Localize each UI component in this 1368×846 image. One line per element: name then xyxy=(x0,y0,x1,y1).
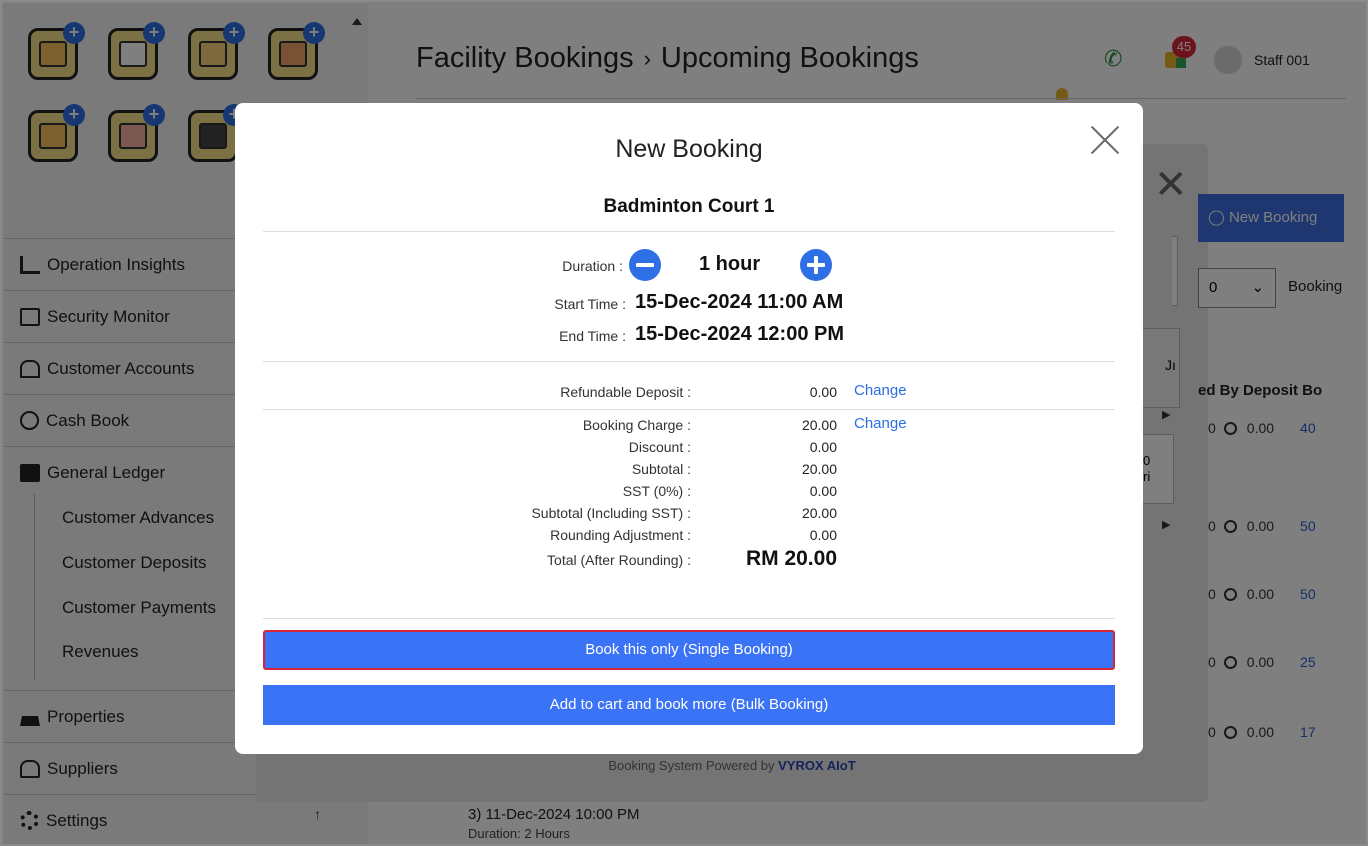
start-time-value: 15-Dec-2024 11:00 AM xyxy=(635,291,844,313)
divider xyxy=(263,618,1115,619)
rounding-value: 0.00 xyxy=(809,527,837,543)
deposit-label: Refundable Deposit : xyxy=(560,384,691,400)
minus-icon xyxy=(636,263,654,267)
close-icon[interactable] xyxy=(1087,123,1123,159)
end-time-value: 15-Dec-2024 12:00 PM xyxy=(635,323,845,345)
subtotal-incl-sst-value: 20.00 xyxy=(801,505,837,521)
app-window: + + + + + + + Operation Insights Securit… xyxy=(0,0,1368,846)
booking-charge-label: Booking Charge : xyxy=(582,417,691,433)
modal-title: New Booking xyxy=(615,135,763,163)
subtotal-label: Subtotal : xyxy=(631,461,691,477)
deposit-value: 0.00 xyxy=(809,384,837,400)
total-value: RM 20.00 xyxy=(745,547,837,570)
start-time-label: Start Time : xyxy=(554,296,626,312)
divider xyxy=(263,361,1115,362)
total-label: Total (After Rounding) : xyxy=(547,552,691,568)
change-deposit-link[interactable]: Change xyxy=(854,382,907,399)
rounding-label: Rounding Adjustment : xyxy=(550,527,691,543)
booking-charge-value: 20.00 xyxy=(801,417,837,433)
increase-duration-button[interactable] xyxy=(800,249,832,281)
divider xyxy=(263,231,1115,232)
sst-value: 0.00 xyxy=(809,483,837,499)
discount-value: 0.00 xyxy=(809,439,837,455)
subtotal-value: 20.00 xyxy=(801,461,837,477)
facility-name: Badminton Court 1 xyxy=(603,196,775,217)
new-booking-modal: New Booking Badminton Court 1 Duration :… xyxy=(235,103,1143,754)
divider xyxy=(263,409,1115,410)
discount-label: Discount : xyxy=(628,439,691,455)
change-charge-link[interactable]: Change xyxy=(854,415,907,432)
subtotal-incl-sst-label: Subtotal (Including SST) : xyxy=(531,505,691,521)
end-time-label: End Time : xyxy=(559,328,626,344)
single-booking-button[interactable]: Book this only (Single Booking) xyxy=(263,630,1115,670)
duration-label: Duration : xyxy=(562,258,623,274)
decrease-duration-button[interactable] xyxy=(629,249,661,281)
sst-label: SST (0%) : xyxy=(622,483,691,499)
bulk-booking-button[interactable]: Add to cart and book more (Bulk Booking) xyxy=(263,685,1115,725)
duration-value: 1 hour xyxy=(699,253,761,275)
